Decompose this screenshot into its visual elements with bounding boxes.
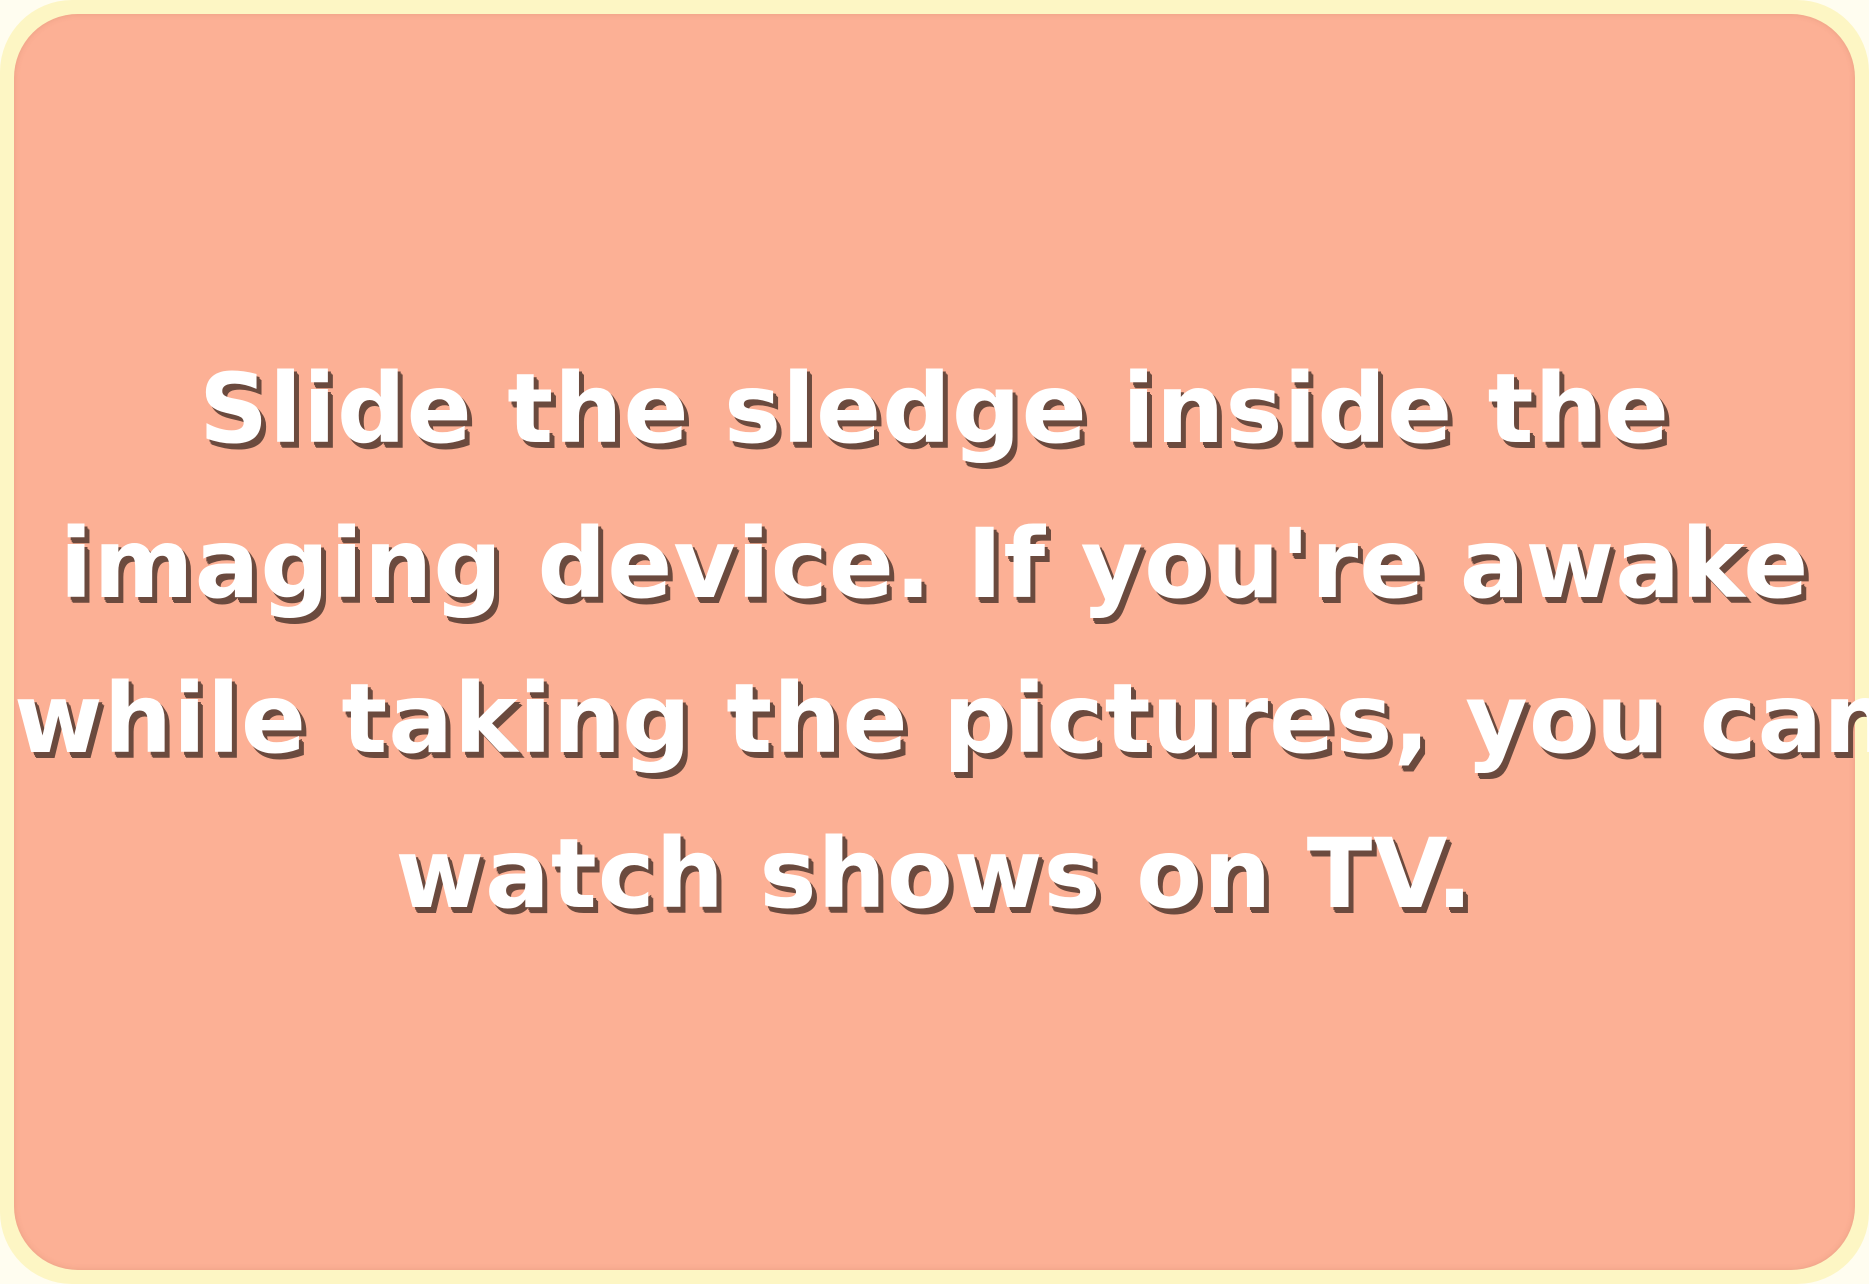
- instruction-line-1: Slide the sledge inside the: [199, 353, 1670, 465]
- instruction-line-2: imaging device. If you're awake: [59, 508, 1810, 620]
- card-frame: Slide the sledge inside the imaging devi…: [0, 0, 1869, 1284]
- instruction-line-3: while taking the pictures, you can: [14, 663, 1869, 775]
- instruction-text: Slide the sledge inside the imaging devi…: [14, 332, 1869, 952]
- instruction-card: Slide the sledge inside the imaging devi…: [14, 14, 1869, 1270]
- instruction-line-4: watch shows on TV.: [395, 818, 1474, 930]
